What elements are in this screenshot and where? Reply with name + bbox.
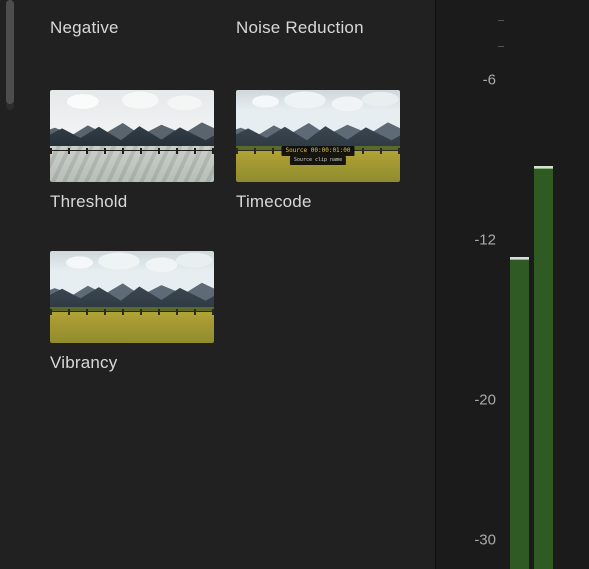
- effect-thumbnail: [50, 251, 214, 343]
- effect-item-threshold[interactable]: Threshold: [50, 90, 214, 212]
- meter-peak-left: [510, 257, 529, 259]
- scrollbar-thumb[interactable]: [6, 0, 14, 104]
- effects-grid: Negative Noise Reduction Threshold Sourc…: [50, 0, 415, 373]
- db-label: -12: [456, 232, 496, 249]
- effect-label: Noise Reduction: [236, 18, 400, 38]
- db-label: -30: [456, 532, 496, 549]
- effect-item-timecode[interactable]: Source 00:00:01:00 Source clip name Time…: [236, 90, 400, 212]
- timecode-overlay-line1: Source 00:00:01:00: [281, 146, 354, 156]
- effect-thumbnail: [50, 90, 214, 182]
- db-label: -20: [456, 392, 496, 409]
- meter-bar-right: [534, 168, 553, 569]
- effect-label: Timecode: [236, 192, 400, 212]
- effect-label: Vibrancy: [50, 353, 214, 373]
- meter-peak-right: [534, 166, 553, 168]
- effect-label: Threshold: [50, 192, 214, 212]
- db-label: -6: [456, 72, 496, 89]
- audio-meter-panel: -6 -12 -20 -30: [435, 0, 589, 569]
- effect-item-negative[interactable]: Negative: [50, 8, 214, 38]
- effects-browser-panel: Negative Noise Reduction Threshold Sourc…: [0, 0, 435, 569]
- meter-lane: [504, 0, 589, 569]
- effect-item-noise-reduction[interactable]: Noise Reduction: [236, 8, 400, 38]
- effect-thumbnail: Source 00:00:01:00 Source clip name: [236, 90, 400, 182]
- timecode-overlay-line2: Source clip name: [290, 156, 346, 165]
- meter-bar-left: [510, 259, 529, 569]
- effect-label: Negative: [50, 18, 214, 38]
- effect-item-vibrancy[interactable]: Vibrancy: [50, 251, 214, 373]
